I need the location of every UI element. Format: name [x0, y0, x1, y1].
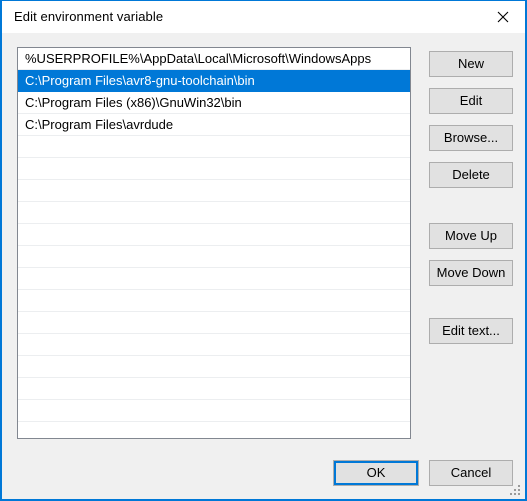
path-list[interactable]: %USERPROFILE%\AppData\Local\Microsoft\Wi… [17, 47, 411, 439]
list-item-empty[interactable] [18, 356, 410, 378]
title-bar: Edit environment variable [2, 1, 525, 34]
list-item-empty[interactable] [18, 224, 410, 246]
move-up-button[interactable]: Move Up [429, 223, 513, 249]
list-item-empty[interactable] [18, 202, 410, 224]
edit-button[interactable]: Edit [429, 88, 513, 114]
move-down-button[interactable]: Move Down [429, 260, 513, 286]
edit-text-button[interactable]: Edit text... [429, 318, 513, 344]
list-item-empty[interactable] [18, 334, 410, 356]
list-item-empty[interactable] [18, 378, 410, 400]
edit-environment-variable-dialog: Edit environment variable %USERPROFILE%\… [0, 0, 527, 501]
list-item-empty[interactable] [18, 268, 410, 290]
browse-button[interactable]: Browse... [429, 125, 513, 151]
delete-button[interactable]: Delete [429, 162, 513, 188]
list-item-empty[interactable] [18, 158, 410, 180]
ok-button[interactable]: OK [333, 460, 419, 486]
dialog-body: %USERPROFILE%\AppData\Local\Microsoft\Wi… [2, 33, 525, 499]
path-list-rows: %USERPROFILE%\AppData\Local\Microsoft\Wi… [18, 48, 410, 438]
list-item-empty[interactable] [18, 312, 410, 334]
list-item-empty[interactable] [18, 136, 410, 158]
cancel-button[interactable]: Cancel [429, 460, 513, 486]
close-icon [497, 11, 509, 23]
resize-grip[interactable] [510, 485, 521, 496]
list-item-selected[interactable]: C:\Program Files\avr8-gnu-toolchain\bin [18, 70, 410, 92]
list-item-empty[interactable] [18, 180, 410, 202]
new-button[interactable]: New [429, 51, 513, 77]
list-item-empty[interactable] [18, 422, 410, 438]
list-item[interactable]: %USERPROFILE%\AppData\Local\Microsoft\Wi… [18, 48, 410, 70]
list-item-empty[interactable] [18, 246, 410, 268]
list-item[interactable]: C:\Program Files (x86)\GnuWin32\bin [18, 92, 410, 114]
close-button[interactable] [480, 1, 525, 32]
list-item-empty[interactable] [18, 400, 410, 422]
window-title: Edit environment variable [14, 9, 164, 24]
list-item[interactable]: C:\Program Files\avrdude [18, 114, 410, 136]
list-item-empty[interactable] [18, 290, 410, 312]
